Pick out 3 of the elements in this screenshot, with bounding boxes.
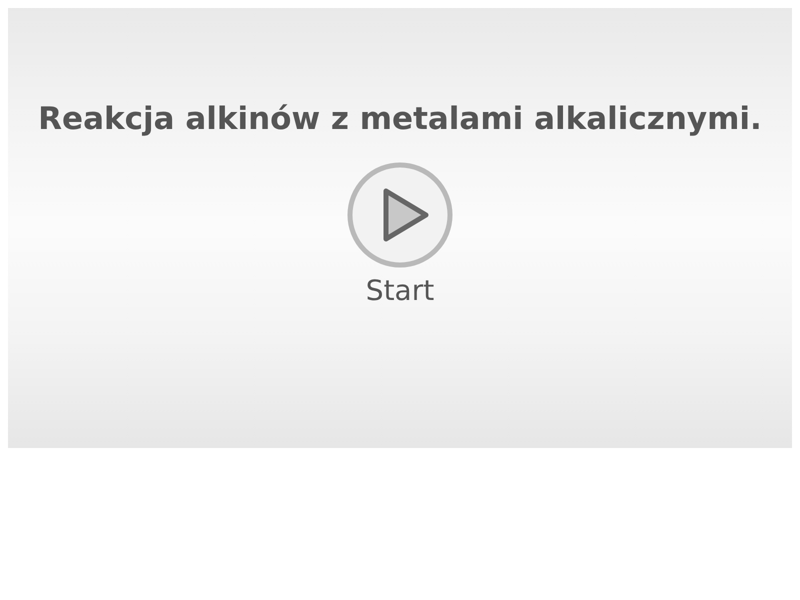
play-icon bbox=[346, 161, 454, 269]
start-button[interactable]: Start bbox=[346, 161, 454, 309]
slide-title: Reakcja alkinów z metalami alkalicznymi. bbox=[38, 100, 762, 139]
